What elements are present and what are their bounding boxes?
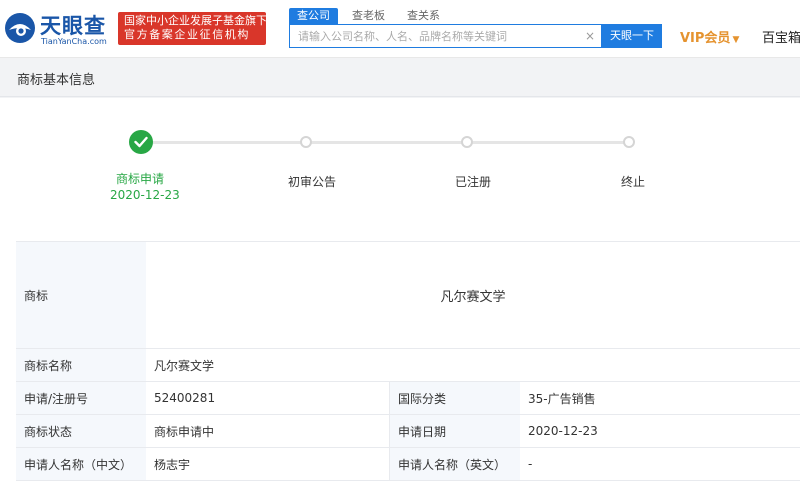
reg-no-value: 52400281 (146, 382, 390, 414)
search-input[interactable] (290, 25, 580, 47)
section-title: 商标基本信息 (17, 73, 96, 88)
tab-boss[interactable]: 查老板 (344, 8, 393, 24)
table-row: 商标状态 商标申请中 申请日期 2020-12-23 (16, 415, 800, 448)
name-value: 凡尔赛文学 (146, 349, 800, 381)
treasure-box-link[interactable]: 百宝箱 (762, 27, 800, 46)
status-value: 商标申请中 (146, 415, 390, 447)
step-label-terminated: 终止 (621, 175, 646, 189)
applicant-en-label: 申请人名称（英文） (390, 448, 520, 480)
applicant-cn-value: 杨志宇 (146, 448, 390, 480)
search-box: × (289, 24, 602, 48)
tab-company[interactable]: 查公司 (289, 8, 338, 24)
tab-relation[interactable]: 查关系 (399, 8, 448, 24)
official-badge: 国家中小企业发展子基金旗下 官方备案企业征信机构 (118, 12, 267, 45)
step-label-registered: 已注册 (455, 175, 492, 189)
badge-line-1: 国家中小企业发展子基金旗下 (124, 14, 267, 27)
trademark-info-table: 商标 凡尔赛文学 商标名称 凡尔赛文学 申请/注册号 52400281 国际分类… (16, 241, 800, 481)
table-row: 商标名称 凡尔赛文学 (16, 349, 800, 382)
step-node-registered (461, 136, 473, 148)
logo-text: 天眼查 (40, 14, 106, 38)
progress-track (140, 141, 629, 144)
step-label-preliminary: 初审公告 (288, 175, 337, 189)
intl-class-label: 国际分类 (390, 382, 520, 414)
intl-class-value: 35-广告销售 (520, 382, 800, 414)
apply-date-label: 申请日期 (390, 415, 520, 447)
search-button[interactable]: 天眼一下 (602, 24, 662, 48)
table-row: 申请人名称（中文） 杨志宇 申请人名称（英文） - (16, 448, 800, 481)
vip-menu[interactable]: VIP会员 ▼ (680, 27, 739, 46)
step-node-preliminary (300, 136, 312, 148)
caret-down-icon: ▼ (732, 35, 740, 45)
search-tabs: 查公司 查老板 查关系 (289, 8, 448, 24)
apply-date-value: 2020-12-23 (520, 415, 800, 447)
logo-eye-icon (5, 13, 35, 43)
trademark-label: 商标 (16, 242, 146, 348)
logo-domain: TianYanCha.com (41, 37, 107, 46)
top-header: 天眼查 TianYanCha.com 国家中小企业发展子基金旗下 官方备案企业征… (0, 0, 800, 58)
applicant-cn-label: 申请人名称（中文） (16, 448, 146, 480)
name-label: 商标名称 (16, 349, 146, 381)
check-icon (134, 136, 148, 148)
step-label-apply: 商标申请 (116, 172, 165, 186)
table-row: 申请/注册号 52400281 国际分类 35-广告销售 (16, 382, 800, 415)
vip-label: VIP会员 (680, 31, 731, 46)
step-node-terminated (623, 136, 635, 148)
table-row: 商标 凡尔赛文学 (16, 242, 800, 349)
step-done-node (129, 130, 153, 154)
trademark-image-text: 凡尔赛文学 (440, 289, 506, 305)
reg-no-label: 申请/注册号 (16, 382, 146, 414)
applicant-en-value: - (520, 448, 800, 480)
badge-line-2: 官方备案企业征信机构 (124, 28, 250, 41)
section-header: 商标基本信息 (0, 59, 800, 97)
status-label: 商标状态 (16, 415, 146, 447)
step-date-apply: 2020-12-23 (110, 188, 180, 202)
trademark-image: 凡尔赛文学 (146, 242, 800, 348)
tianyancha-logo[interactable]: 天眼查 TianYanCha.com (4, 10, 112, 48)
clear-icon[interactable]: × (585, 28, 595, 44)
